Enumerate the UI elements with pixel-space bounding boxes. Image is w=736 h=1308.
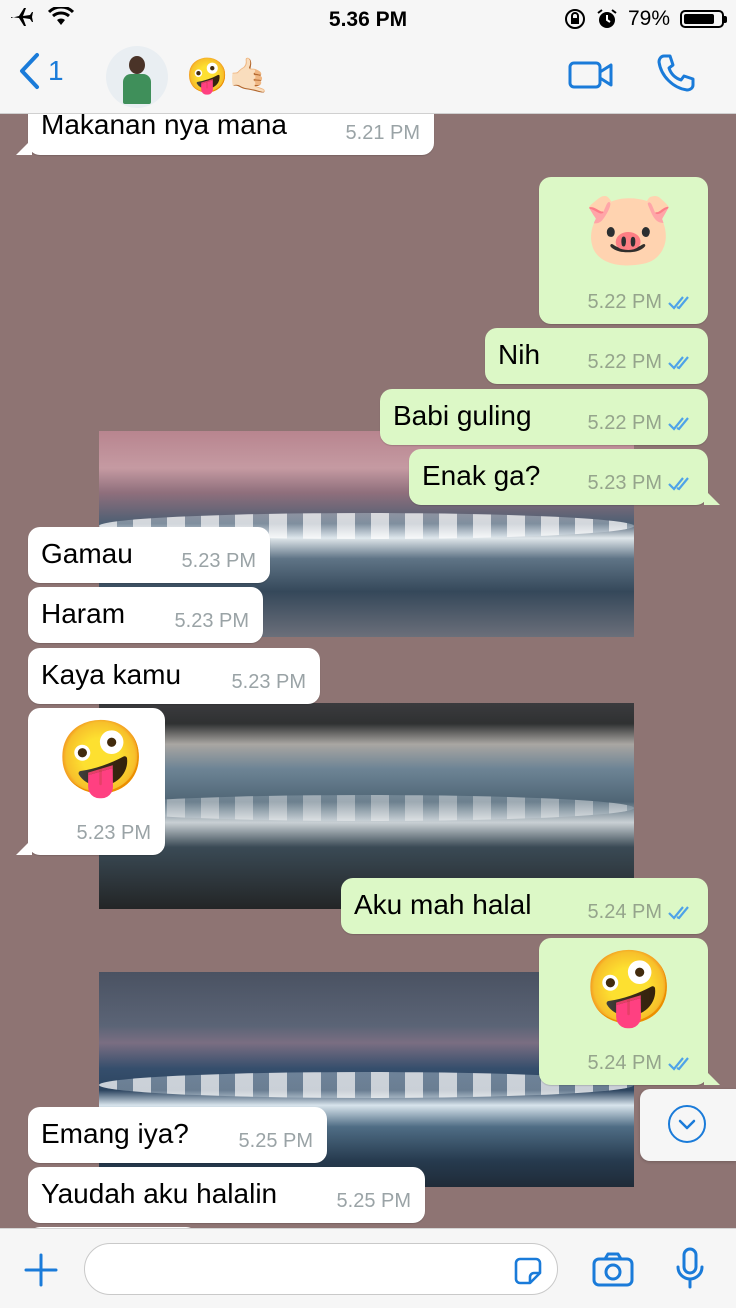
message-time: 5.23 PM [231,671,306,693]
back-count: 1 [48,55,64,86]
message-meta: 5.24 PM [588,901,694,924]
avatar[interactable] [106,46,168,108]
status-bar: 5.36 PM 79% [0,0,736,38]
message-time: 5.24 PM [587,1052,662,1074]
message-bubble[interactable]: Enak ga? 5.23 PM [409,449,720,505]
battery-icon [680,10,727,28]
message-bubble[interactable]: Makanan nya mana 5.21 PM [16,114,434,155]
sticker-icon[interactable] [512,1255,544,1287]
message-time: 5.21 PM [345,122,420,144]
message-time: 5.22 PM [587,351,662,373]
message-time: 5.23 PM [181,550,256,572]
scroll-to-bottom-button[interactable] [640,1089,736,1161]
message-meta: 5.22 PM [588,291,694,314]
message-text: Kaya kamu [41,659,182,690]
message-bubble[interactable]: Aku mah halal 5.24 PM [341,878,708,934]
message-bubble[interactable]: Gamau 5.23 PM [28,527,270,583]
read-receipt-icon [668,416,689,431]
message-text: Babi guling [393,400,532,431]
message-time: 5.24 PM [587,901,662,923]
message-bubble[interactable]: Babi guling 5.22 PM [380,389,708,445]
message-meta: 5.24 PM [588,1052,694,1075]
message-bubble[interactable]: Haram 5.23 PM [28,587,263,643]
message-bubble[interactable]: Kaya kamu 5.23 PM [28,648,320,704]
back-button[interactable]: 1 [18,52,64,90]
message-time: 5.25 PM [238,1130,313,1152]
microphone-icon[interactable] [674,1247,706,1291]
battery-percent: 79% [627,7,670,30]
message-time: 5.22 PM [587,291,662,313]
message-time: 5.23 PM [76,822,151,844]
back-chevron-icon [20,53,39,89]
read-receipt-icon [668,1056,689,1071]
plus-icon[interactable] [24,1253,58,1287]
message-time: 5.23 PM [587,472,662,494]
message-text: Enak ga? [422,460,541,491]
scroll-down-icon [668,1105,706,1143]
message-emoji: 🤪 [56,718,146,798]
message-text: Nih [498,339,541,370]
read-receipt-icon [668,476,689,491]
message-time: 5.25 PM [336,1190,411,1212]
message-text: Makanan nya mana [41,114,287,140]
message-emoji: 🤪 [584,948,674,1028]
camera-icon[interactable] [592,1251,634,1287]
lock-rotation-icon [564,9,585,29]
contact-name[interactable]: 🤪🤙🏻 [186,56,271,96]
message-bubble[interactable]: 🤪 5.23 PM [16,708,165,855]
read-receipt-icon [668,355,689,370]
message-text: Haram [41,598,126,629]
message-time: 5.22 PM [587,412,662,434]
message-meta: 5.23 PM [588,472,694,495]
message-text: Aku mah halal [354,889,532,920]
video-call-icon[interactable] [568,60,614,90]
message-emoji: 🐷 [584,189,674,269]
message-text: Gamau [41,538,133,569]
message-bubble[interactable]: 🤪 5.24 PM [539,938,720,1085]
message-input-bar [0,1228,736,1308]
message-meta: 5.22 PM [588,351,694,374]
message-bubble[interactable]: 🐷 5.22 PM [539,177,708,324]
message-bubble[interactable]: Emang iya? 5.25 PM [28,1107,327,1163]
message-bubble[interactable]: Nih 5.22 PM [485,328,708,384]
phone-icon[interactable] [656,53,696,93]
message-time: 5.23 PM [174,610,249,632]
chat-header: 1 🤪🤙🏻 [0,38,736,114]
read-receipt-icon [668,905,689,920]
alarm-icon [597,9,617,28]
message-text: Yaudah aku halalin [41,1178,278,1209]
message-bubble[interactable]: Yaudah aku halalin 5.25 PM [28,1167,425,1223]
read-receipt-icon [668,295,689,310]
chat-area[interactable]: Makanan nya mana 5.21 PM 🐷 5.22 PM Nih 5… [0,114,736,1228]
message-meta: 5.22 PM [588,412,694,435]
message-text: Emang iya? [41,1118,189,1149]
message-input[interactable] [84,1243,558,1295]
